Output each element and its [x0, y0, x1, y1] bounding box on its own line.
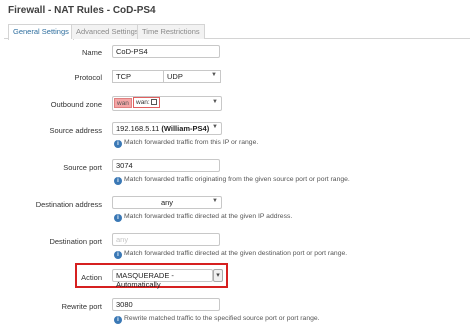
info-icon: i — [114, 214, 122, 222]
destination-port-hint-text: Match forwarded traffic directed at the … — [124, 250, 348, 257]
source-port-hint: i Match forwarded traffic originating fro… — [114, 176, 350, 185]
source-port-input[interactable]: 3074 — [112, 159, 220, 172]
destination-port-label: Destination port — [49, 237, 102, 246]
rewrite-port-input[interactable]: 3080 — [112, 298, 220, 311]
destination-address-hint: i Match forwarded traffic directed at the… — [114, 213, 292, 222]
source-address-hint-text: Match forwarded traffic from this IP or … — [124, 139, 259, 146]
protocol-label: Protocol — [74, 73, 102, 82]
rewrite-port-hint-text: Rewrite matched traffic to the specified… — [124, 315, 320, 322]
chevron-down-icon: ▼ — [212, 198, 218, 204]
chevron-down-icon: ▼ — [211, 72, 217, 78]
zone-chip-wan: wan — [114, 98, 132, 108]
name-input[interactable]: CoD-PS4 — [112, 45, 220, 58]
rewrite-port-label: Rewrite port — [61, 302, 102, 311]
source-address-value: 192.168.5.11 — [116, 124, 160, 133]
page-title: Firewall - NAT Rules - CoD-PS4 — [8, 5, 156, 16]
source-address-select[interactable]: 192.168.5.11 (William-PS4) ▼ — [112, 122, 222, 135]
destination-address-label: Destination address — [35, 200, 102, 209]
chevron-down-icon: ▼ — [212, 99, 218, 105]
protocol-option-udp-label: UDP — [167, 72, 183, 81]
rewrite-port-hint: i Rewrite matched traffic to the specifie… — [114, 315, 320, 324]
destination-port-input[interactable]: any — [112, 233, 220, 246]
source-address-hint: i Match forwarded traffic from this IP or… — [114, 139, 258, 148]
protocol-option-udp[interactable]: UDP ▼ — [163, 70, 221, 83]
network-icon — [150, 99, 157, 105]
source-address-label: Source address — [49, 126, 102, 135]
source-address-hostname: (William-PS4) — [161, 124, 210, 133]
tab-advanced-settings[interactable]: Advanced Settings — [71, 24, 144, 39]
info-icon: i — [114, 140, 122, 148]
protocol-option-tcp[interactable]: TCP — [112, 70, 164, 83]
info-icon: i — [114, 316, 122, 324]
info-icon: i — [114, 177, 122, 185]
tab-bar: General Settings Advanced Settings Time … — [4, 24, 470, 40]
destination-address-value: any — [160, 198, 174, 207]
action-select[interactable]: MASQUERADE - Automatically — [112, 269, 213, 289]
chevron-down-icon: ▼ — [212, 124, 218, 130]
info-icon: i — [114, 251, 122, 259]
zone-chip-label: wan: — [136, 99, 150, 106]
tab-time-restrictions[interactable]: Time Restrictions — [137, 24, 205, 39]
destination-address-select[interactable]: any ▼ — [112, 196, 222, 209]
source-port-hint-text: Match forwarded traffic originating from… — [124, 176, 350, 183]
zone-chip-wan-network: wan: — [133, 97, 160, 108]
source-port-label: Source port — [63, 163, 102, 172]
destination-address-hint-text: Match forwarded traffic directed at the … — [124, 213, 293, 220]
destination-port-hint: i Match forwarded traffic directed at the… — [114, 250, 347, 259]
name-label: Name — [81, 48, 102, 57]
action-label: Action — [81, 273, 102, 282]
action-dropdown-button[interactable]: ▾ — [213, 269, 223, 282]
outbound-zone-label: Outbound zone — [50, 100, 102, 109]
tab-general-settings[interactable]: General Settings — [8, 24, 74, 40]
